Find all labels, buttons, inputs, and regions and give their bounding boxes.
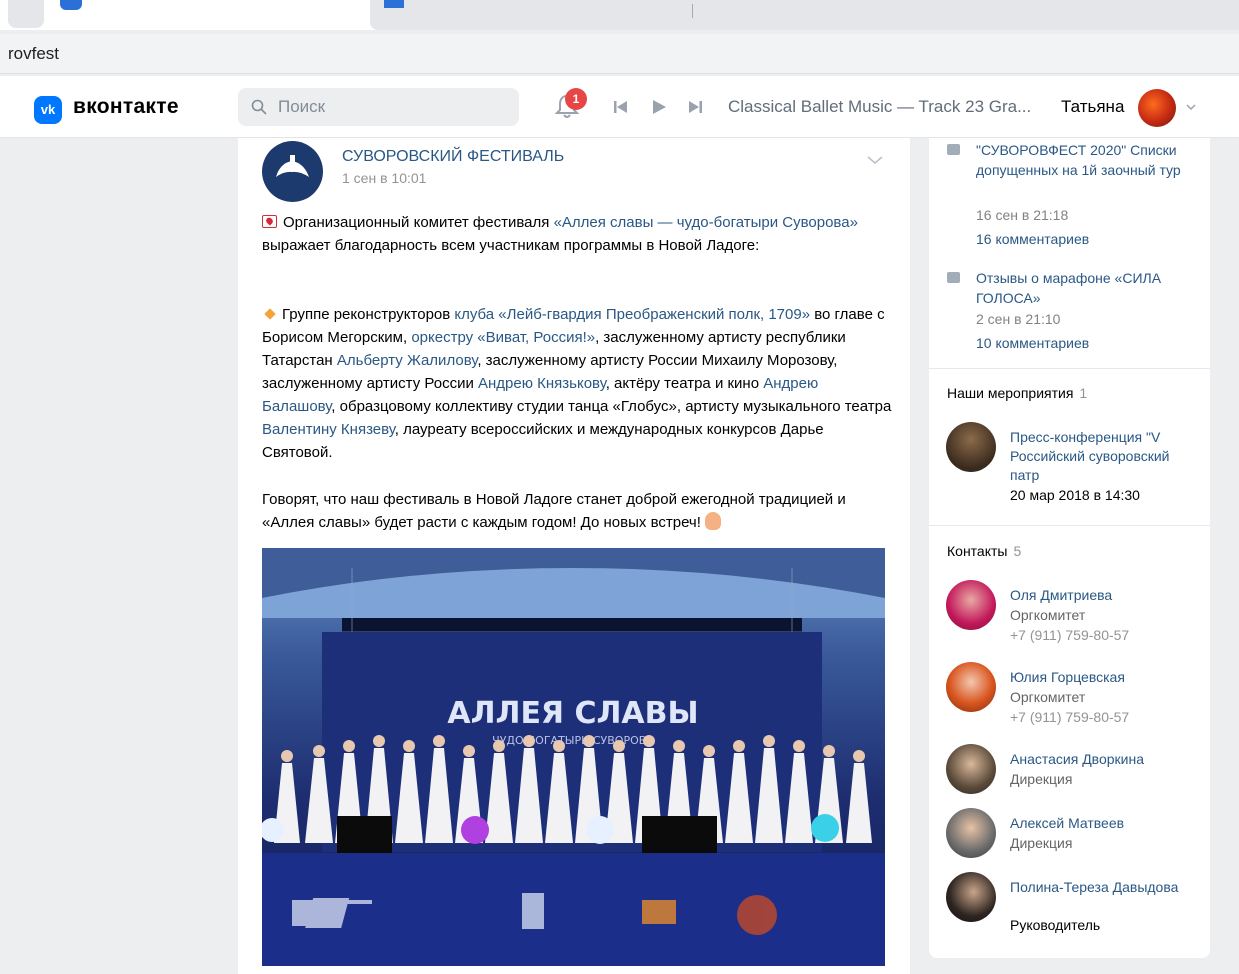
- events-title: Наши мероприятия: [947, 385, 1074, 401]
- post-paragraph-2: Группе реконструкторов клуба «Лейб-гвард…: [262, 303, 892, 464]
- discussion-date: 16 сен в 21:18: [976, 207, 1069, 223]
- link-orchestra[interactable]: оркестру «Виват, Россия!»: [411, 329, 595, 346]
- next-track-icon[interactable]: [686, 98, 704, 116]
- link-alley-of-glory[interactable]: «Аллея славы — чудо-богатыри Суворова»: [554, 214, 858, 231]
- contact-role: Оргкомитет: [1010, 607, 1086, 623]
- divider: [929, 368, 1210, 369]
- contact-avatar[interactable]: [946, 808, 996, 858]
- contact-avatar[interactable]: [946, 744, 996, 794]
- contacts-title: Контакты: [947, 543, 1008, 559]
- text: , образцовому коллективу студии танца «Г…: [331, 398, 892, 415]
- discussion-title[interactable]: Отзывы о марафоне «СИЛА ГОЛОСА»: [976, 268, 1206, 308]
- browser-tab-active[interactable]: [50, 0, 360, 30]
- discussion-comments[interactable]: 16 комментариев: [976, 231, 1089, 247]
- right-sidebar: "СУВОРОВФЕСТ 2020" Списки допущенных на …: [929, 138, 1210, 958]
- link-knyazkov[interactable]: Андрею Князькову: [478, 375, 606, 392]
- link-club[interactable]: клуба «Лейб-гвардия Преображенский полк,…: [454, 306, 810, 323]
- search-box[interactable]: [238, 88, 519, 126]
- search-input[interactable]: [278, 88, 513, 126]
- user-name[interactable]: Татьяна: [1061, 97, 1124, 117]
- contact-role: Оргкомитет: [1010, 689, 1086, 705]
- browser-tab[interactable]: [8, 0, 44, 28]
- contact-name[interactable]: Оля Дмитриева: [1010, 586, 1190, 605]
- link-zhalilov[interactable]: Альберту Жалилову: [337, 352, 477, 369]
- group-avatar[interactable]: [262, 141, 323, 202]
- orange-diamond-emoji-icon: [264, 308, 276, 320]
- group-logo-icon: [276, 155, 309, 177]
- comment-icon: [947, 144, 960, 155]
- stage-photo-image: АЛЛЕЯ СЛАВЫ ЧУДО-БОГАТЫРИ СУВОРОВА: [262, 548, 885, 966]
- contact-name[interactable]: Юлия Горцевская: [1010, 668, 1190, 687]
- events-heading[interactable]: Наши мероприятия 1: [947, 385, 1087, 401]
- post-photo[interactable]: АЛЛЕЯ СЛАВЫ ЧУДО-БОГАТЫРИ СУВОРОВА: [262, 548, 885, 966]
- chevron-down-icon[interactable]: [1186, 102, 1196, 112]
- wall-post: СУВОРОВСКИЙ ФЕСТИВАЛЬ 1 сен в 10:01 Орга…: [238, 138, 910, 974]
- vk-logo-icon[interactable]: vk: [34, 96, 62, 124]
- link-knyazev[interactable]: Валентину Князеву: [262, 421, 395, 438]
- contacts-heading[interactable]: Контакты 5: [947, 543, 1021, 559]
- contacts-count: 5: [1013, 543, 1022, 559]
- tab-favicon-icon: [384, 0, 404, 8]
- events-count: 1: [1079, 385, 1088, 401]
- text: Организационный комитет фестиваля: [283, 214, 554, 231]
- contact-avatar[interactable]: [946, 662, 996, 712]
- banner-title: АЛЛЕЯ СЛАВЫ: [447, 696, 698, 731]
- post-paragraph-1: Организационный комитет фестиваля «Аллея…: [262, 211, 892, 257]
- text: Группе реконструкторов: [282, 306, 455, 323]
- discussion-date: 2 сен в 21:10: [976, 311, 1061, 327]
- text: , актёру театра и кино: [605, 375, 764, 392]
- prev-track-icon[interactable]: [612, 98, 630, 116]
- notification-badge: 1: [565, 88, 587, 110]
- play-icon[interactable]: [650, 98, 668, 116]
- search-icon: [251, 99, 267, 115]
- group-name[interactable]: СУВОРОВСКИЙ ФЕСТИВАЛЬ: [342, 148, 564, 166]
- vk-header: vk вконтакте 1 Classical Ballet Music — …: [0, 76, 1239, 138]
- comment-icon: [947, 272, 960, 283]
- contact-avatar[interactable]: [946, 872, 996, 922]
- tab-separator: [692, 4, 693, 18]
- browser-tab-strip: [0, 0, 1239, 30]
- text: Говорят, что наш фестиваль в Новой Ладог…: [262, 491, 846, 531]
- contact-name[interactable]: Алексей Матвеев: [1010, 814, 1190, 833]
- text: выражает благодарность всем участникам п…: [262, 237, 760, 254]
- discussion-comments[interactable]: 10 комментариев: [976, 335, 1089, 351]
- contact-role: Руководитель: [1010, 917, 1101, 933]
- post-menu-chevron-icon[interactable]: [866, 154, 884, 166]
- contact-role: Дирекция: [1010, 771, 1073, 787]
- contact-avatar[interactable]: [946, 580, 996, 630]
- discussion-title[interactable]: "СУВОРОВФЕСТ 2020" Списки допущенных на …: [976, 140, 1206, 180]
- banner-subtitle: ЧУДО-БОГАТЫРИ СУВОРОВА: [492, 734, 654, 747]
- contact-phone: +7 (911) 759-80-57: [1010, 709, 1130, 725]
- clapping-hands-emoji-icon: [705, 512, 722, 530]
- event-thumbnail[interactable]: [946, 422, 996, 472]
- event-date: 20 мар 2018 в 14:30: [1010, 487, 1140, 503]
- post-date[interactable]: 1 сен в 10:01: [342, 170, 426, 186]
- heart-letter-emoji-icon: [262, 215, 277, 228]
- address-bar[interactable]: rovfest: [0, 34, 1239, 74]
- post-paragraph-3: Говорят, что наш фестиваль в Новой Ладог…: [262, 488, 892, 534]
- contact-role: Дирекция: [1010, 835, 1073, 851]
- contact-name[interactable]: Полина-Тереза Давыдова: [1010, 878, 1190, 897]
- tab-favicon-icon: [60, 0, 82, 10]
- browser-tab[interactable]: [370, 0, 1239, 30]
- event-title[interactable]: Пресс-конференция "V Российский суворовс…: [1010, 428, 1190, 485]
- contact-name[interactable]: Анастасия Дворкина: [1010, 750, 1190, 769]
- contact-phone: +7 (911) 759-80-57: [1010, 627, 1130, 643]
- address-url[interactable]: rovfest: [8, 44, 59, 64]
- vk-logo-text[interactable]: вконтакте: [73, 95, 179, 119]
- audio-track-title[interactable]: Classical Ballet Music — Track 23 Gra...: [728, 97, 1031, 117]
- divider: [929, 525, 1210, 526]
- user-avatar[interactable]: [1138, 89, 1176, 127]
